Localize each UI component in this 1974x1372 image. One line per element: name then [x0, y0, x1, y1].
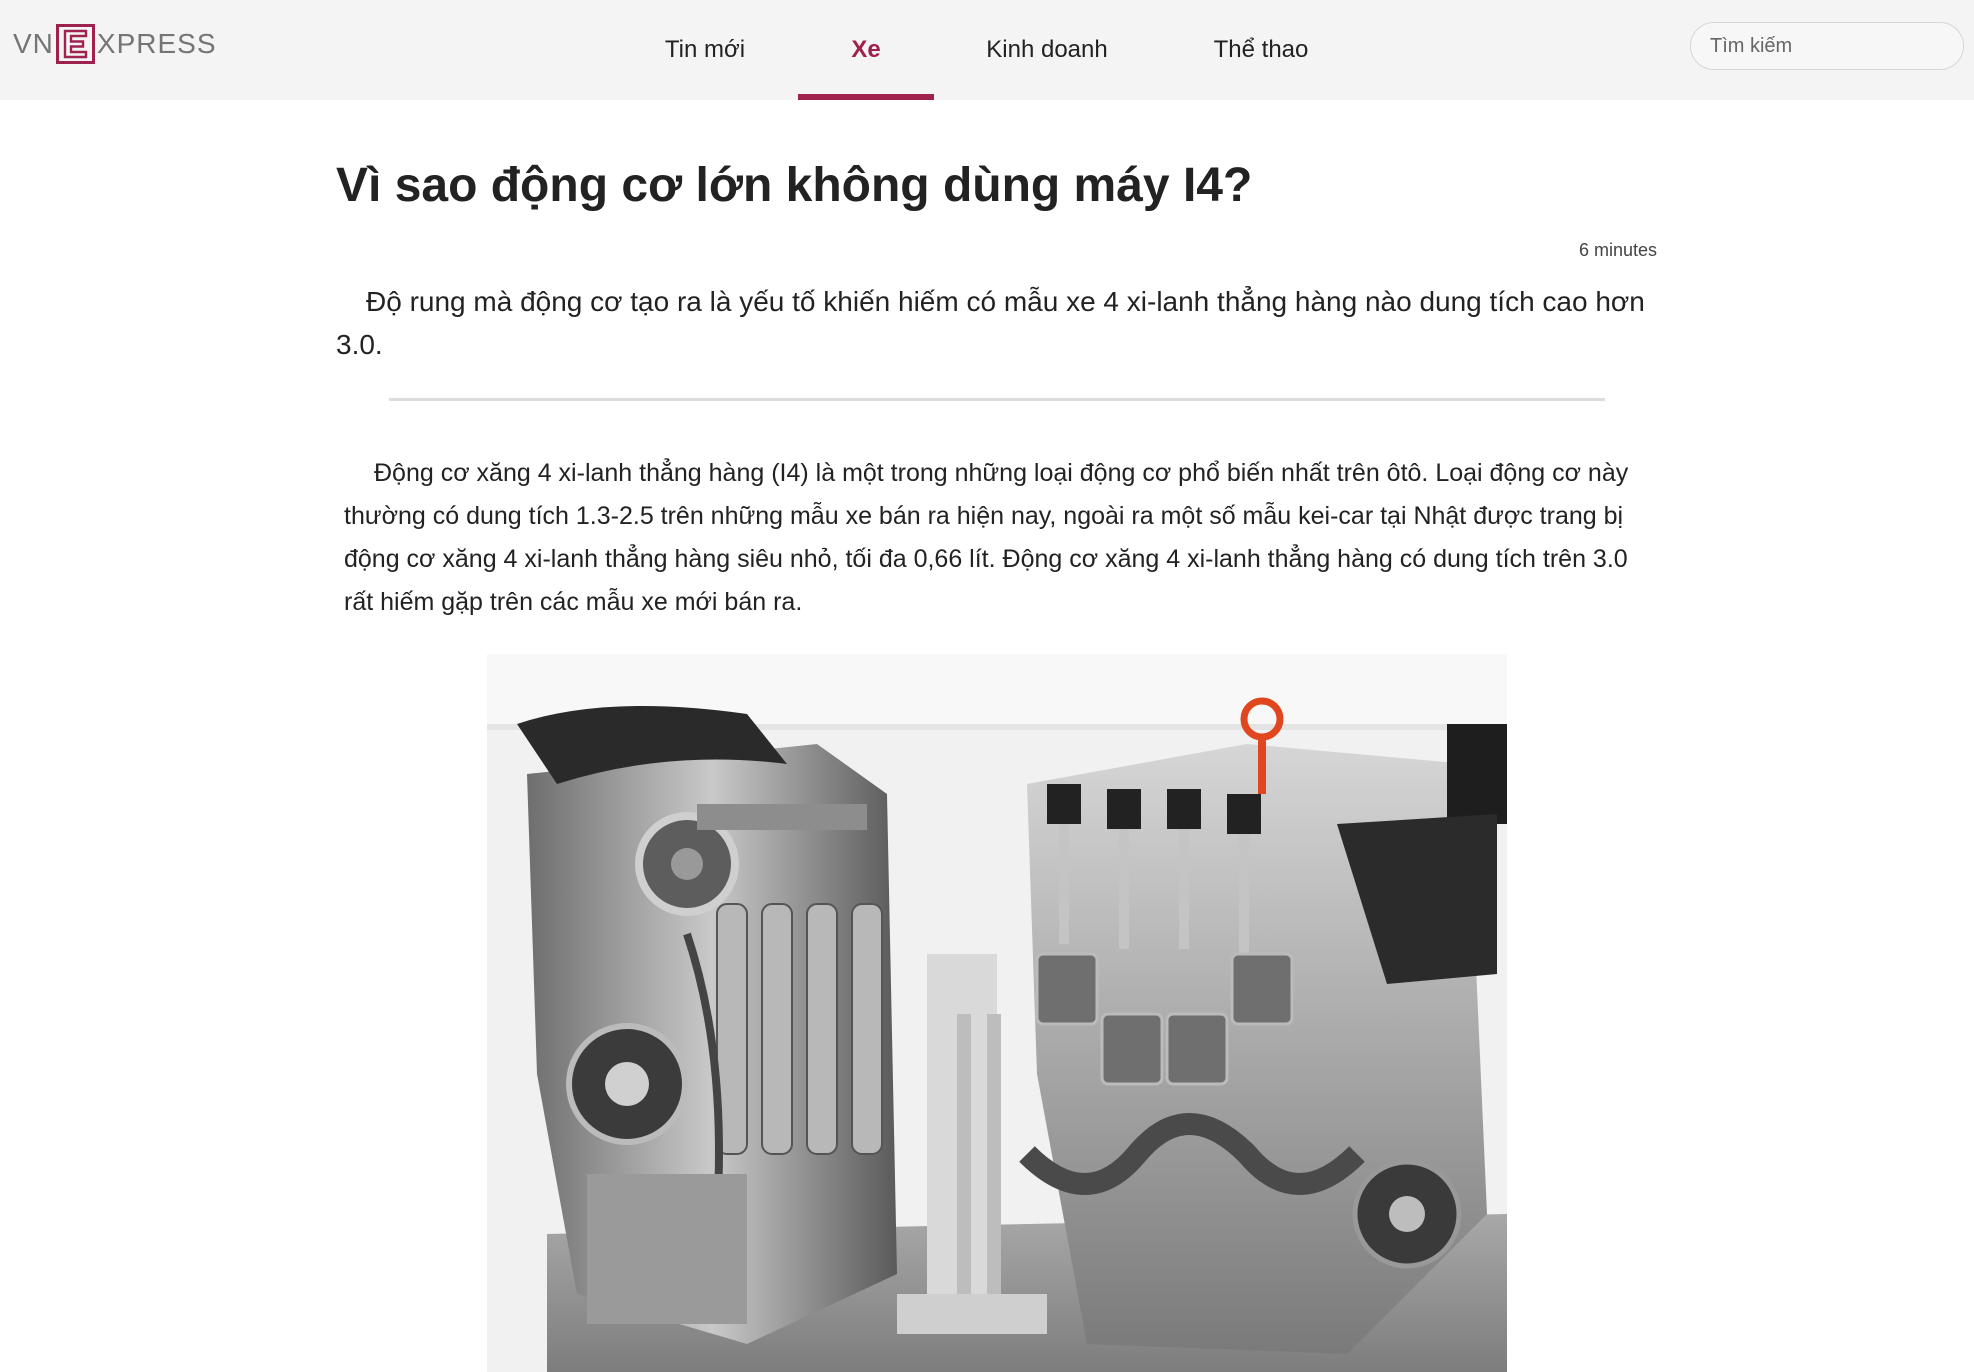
article-lead: Độ rung mà động cơ tạo ra là yếu tố khiế… [336, 286, 1645, 360]
article-body-paragraph: Động cơ xăng 4 xi-lanh thẳng hàng (I4) l… [344, 459, 1629, 616]
main-nav: Tin mới Xe Kinh doanh Thể thao [0, 0, 1974, 100]
article-title: Vì sao động cơ lớn không dùng máy I4? [336, 159, 1253, 212]
nav-tab-kinh-doanh[interactable]: Kinh doanh [970, 0, 1124, 100]
read-time: 6 minutes [1578, 240, 1657, 260]
lead-divider [389, 398, 1605, 401]
nav-tab-tin-moi[interactable]: Tin mới [640, 0, 770, 100]
search-box[interactable] [1690, 22, 1964, 70]
nav-tab-xe[interactable]: Xe [798, 0, 934, 100]
search-input[interactable] [1708, 33, 1963, 59]
nav-tab-the-thao[interactable]: Thể thao [1200, 0, 1322, 100]
top-header: VN XPRESS Tin mới Xe Kinh doanh Thể thao [0, 0, 1974, 100]
engine-cutaway-image [487, 654, 1507, 1372]
